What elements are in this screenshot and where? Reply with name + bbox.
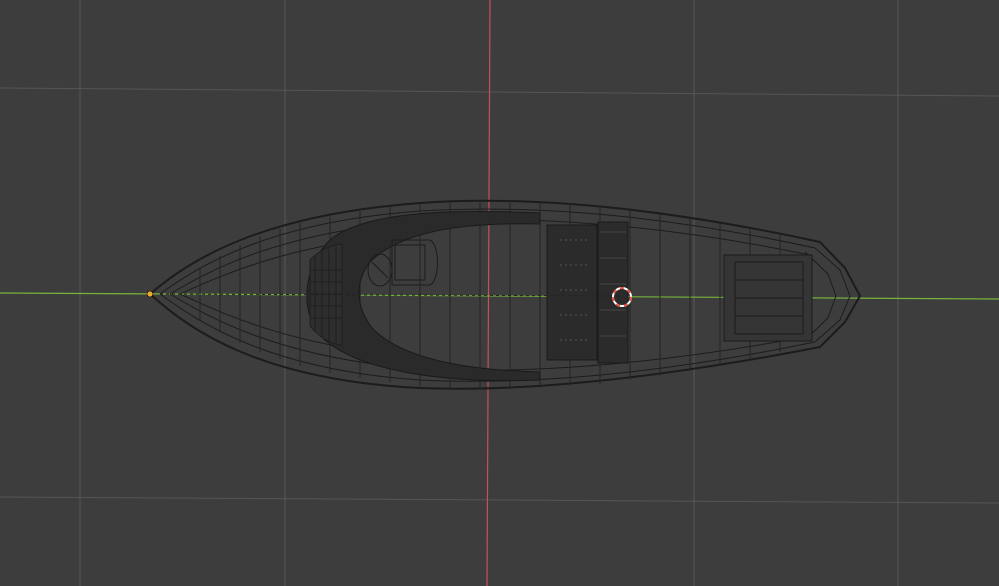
boat-wireframe[interactable] bbox=[148, 199, 862, 390]
object-origin-dot[interactable] bbox=[146, 290, 154, 298]
bow-seat-mesh bbox=[309, 243, 343, 346]
x-axis-line bbox=[486, 0, 491, 586]
3d-viewport[interactable] bbox=[0, 0, 999, 586]
viewport-canvas[interactable] bbox=[0, 0, 999, 586]
rear-bench bbox=[546, 221, 629, 364]
stern-hatch bbox=[723, 254, 813, 342]
